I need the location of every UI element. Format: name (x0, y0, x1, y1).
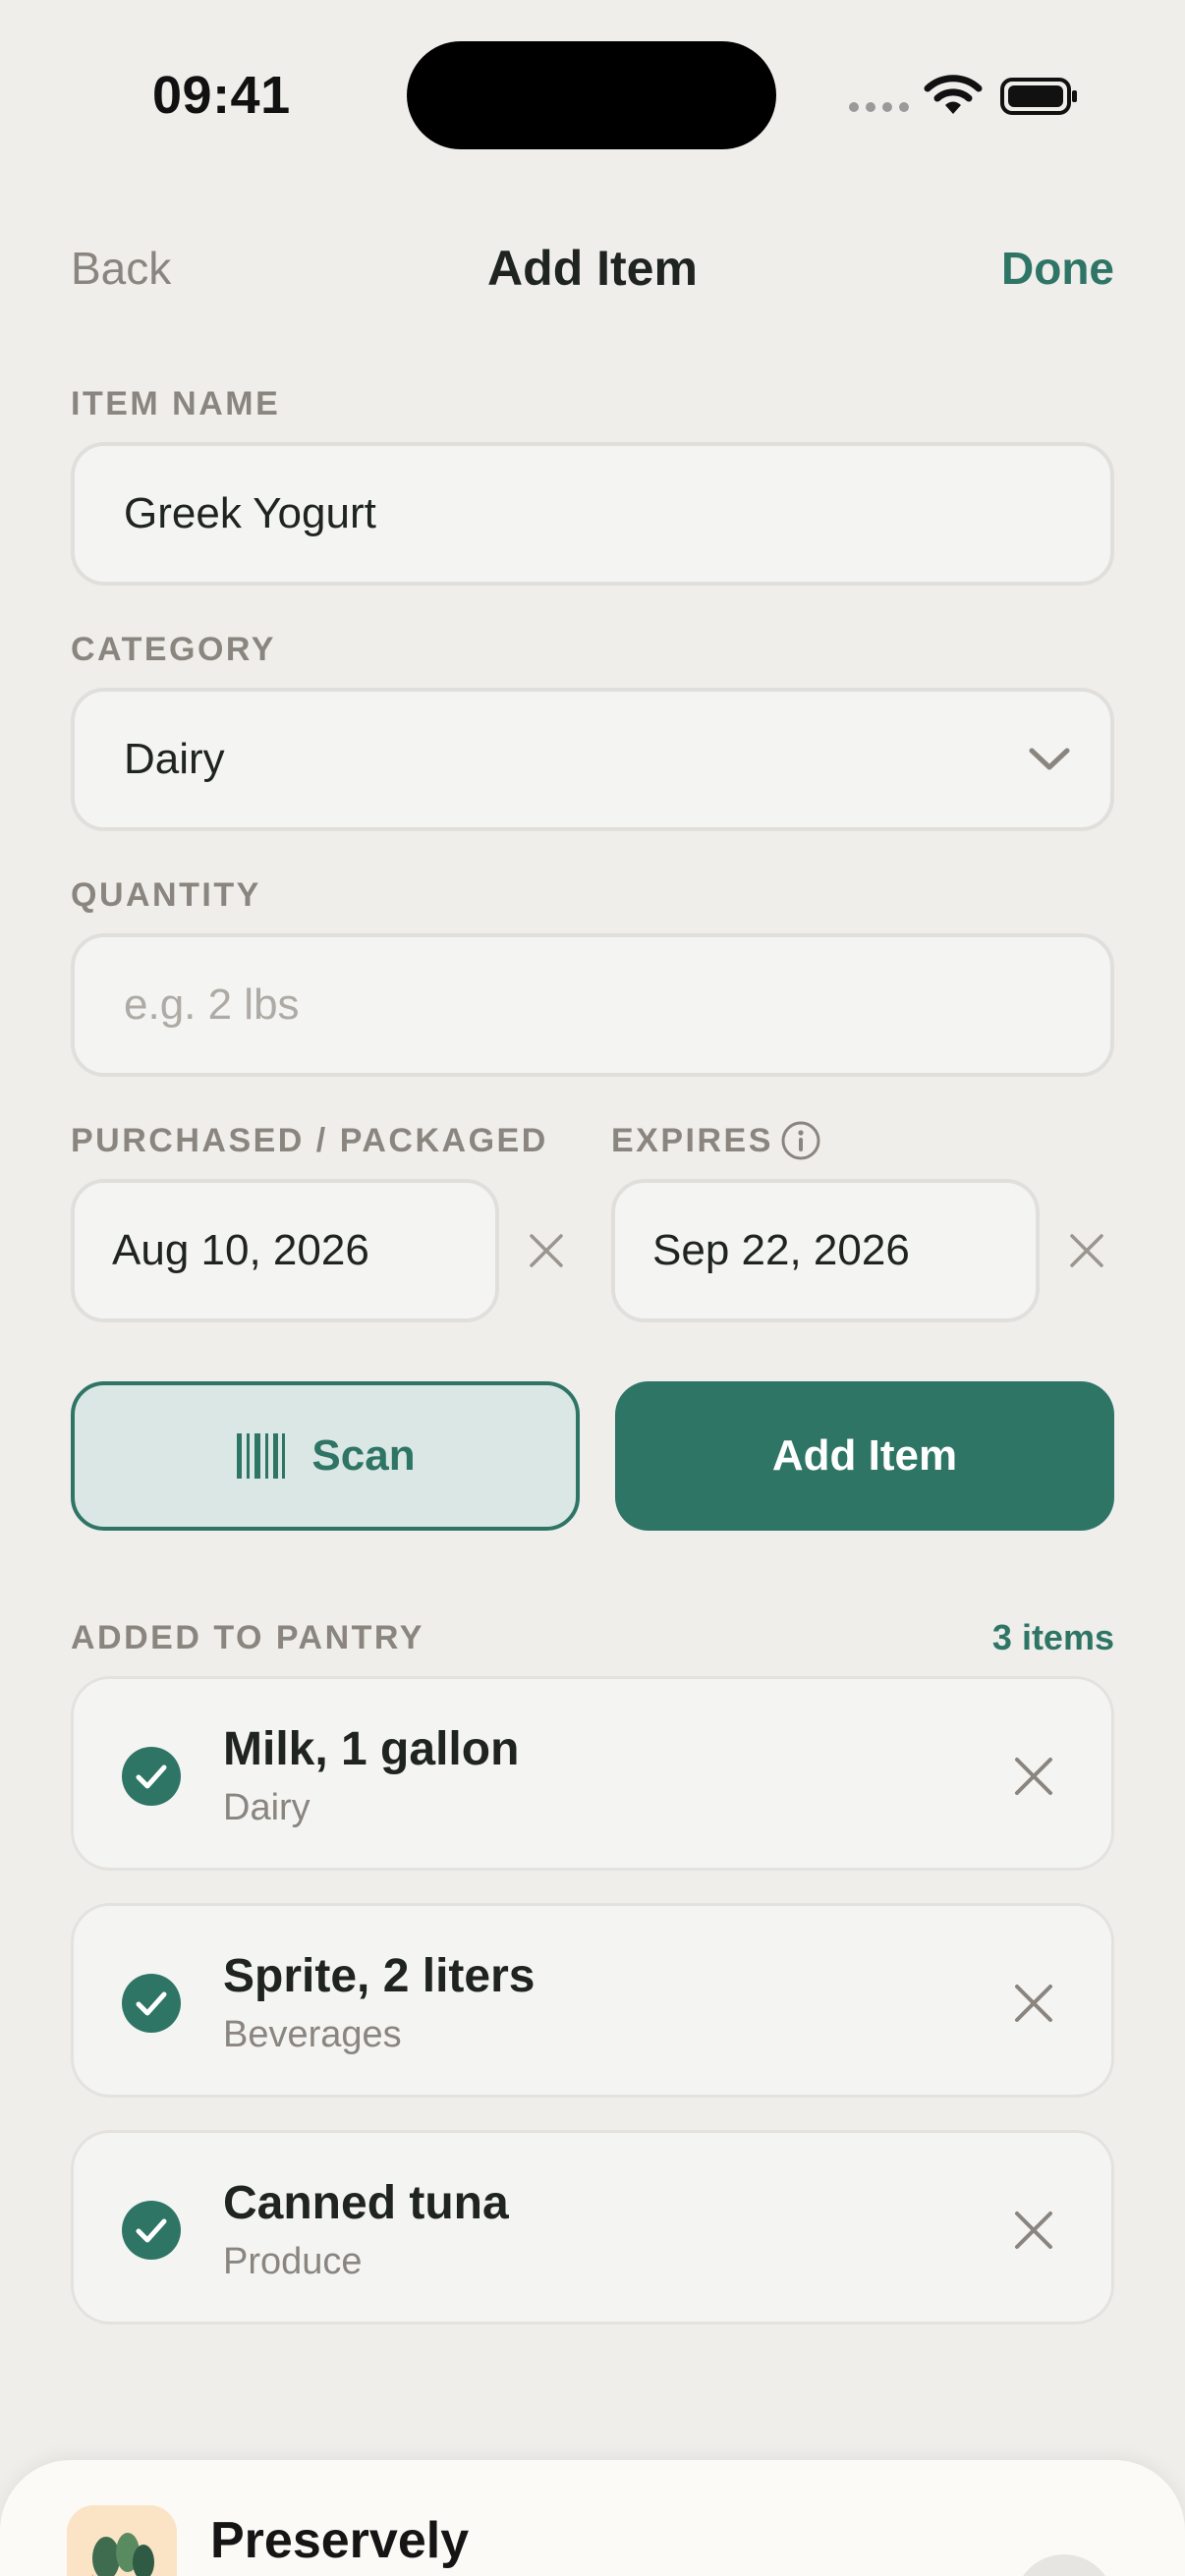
pantry-item-category: Beverages (223, 2014, 402, 2055)
done-button[interactable]: Done (1001, 242, 1114, 295)
pantry-header: ADDED TO PANTRY (71, 1619, 424, 1656)
chevron-down-icon (1029, 748, 1070, 770)
item-name-label: ITEM NAME (71, 385, 281, 422)
close-icon[interactable] (1011, 2208, 1056, 2253)
clear-expires-icon[interactable] (1066, 1230, 1107, 1271)
add-item-screen: 09:41 Back Add Item Done ITEM NAME Greek… (0, 0, 1185, 2576)
item-name-input[interactable]: Greek Yogurt (71, 442, 1114, 586)
close-sheet-button[interactable] (1014, 2554, 1114, 2576)
purchased-label: PURCHASED / PACKAGED (71, 1122, 548, 1159)
clear-purchased-icon[interactable] (526, 1230, 567, 1271)
info-icon[interactable] (780, 1120, 821, 1161)
add-item-button[interactable]: Add Item (615, 1381, 1114, 1531)
quantity-label: QUANTITY (71, 876, 261, 914)
wifi-icon (924, 75, 983, 114)
scan-button[interactable]: Scan (71, 1381, 580, 1531)
pantry-item-name: Canned tuna (223, 2177, 509, 2229)
signal-icon (849, 102, 909, 112)
pantry-item-category: Dairy (223, 1787, 310, 1828)
pantry-item: Sprite, 2 liters Beverages (71, 1903, 1114, 2098)
dynamic-island (407, 41, 776, 149)
pantry-item-name: Sprite, 2 liters (223, 1950, 536, 2002)
add-item-label: Add Item (771, 1431, 958, 1480)
category-select[interactable]: Dairy (71, 688, 1114, 831)
pantry-item: Milk, 1 gallon Dairy (71, 1676, 1114, 1871)
check-icon (122, 1747, 181, 1806)
barcode-icon (237, 1433, 286, 1479)
status-bar: 09:41 (0, 0, 1185, 187)
battery-icon (1000, 78, 1077, 115)
expires-date-value: Sep 22, 2026 (652, 1226, 910, 1274)
app-banner-sheet: Preservely (0, 2460, 1185, 2576)
scan-label: Scan (311, 1431, 416, 1480)
purchased-date-value: Aug 10, 2026 (112, 1226, 369, 1274)
close-icon[interactable] (1011, 1981, 1056, 2026)
close-icon[interactable] (1011, 1754, 1056, 1799)
category-label: CATEGORY (71, 631, 276, 668)
app-name: Preservely (210, 2512, 470, 2569)
expires-label: EXPIRES (611, 1122, 773, 1159)
item-name-value: Greek Yogurt (124, 489, 376, 537)
pantry-item: Canned tuna Produce (71, 2130, 1114, 2324)
pantry-item-category: Produce (223, 2241, 363, 2282)
category-value: Dairy (124, 735, 225, 783)
app-icon (67, 2505, 177, 2576)
expires-date-field[interactable]: Sep 22, 2026 (611, 1179, 1040, 1322)
check-icon (122, 1974, 181, 2033)
check-icon (122, 2201, 181, 2260)
pantry-item-name: Milk, 1 gallon (223, 1723, 520, 1775)
pantry-count: 3 items (991, 1617, 1114, 1657)
status-time: 09:41 (152, 66, 291, 125)
back-button[interactable]: Back (71, 242, 171, 295)
purchased-date-field[interactable]: Aug 10, 2026 (71, 1179, 499, 1322)
quantity-placeholder: e.g. 2 lbs (124, 980, 300, 1029)
quantity-input[interactable]: e.g. 2 lbs (71, 933, 1114, 1077)
